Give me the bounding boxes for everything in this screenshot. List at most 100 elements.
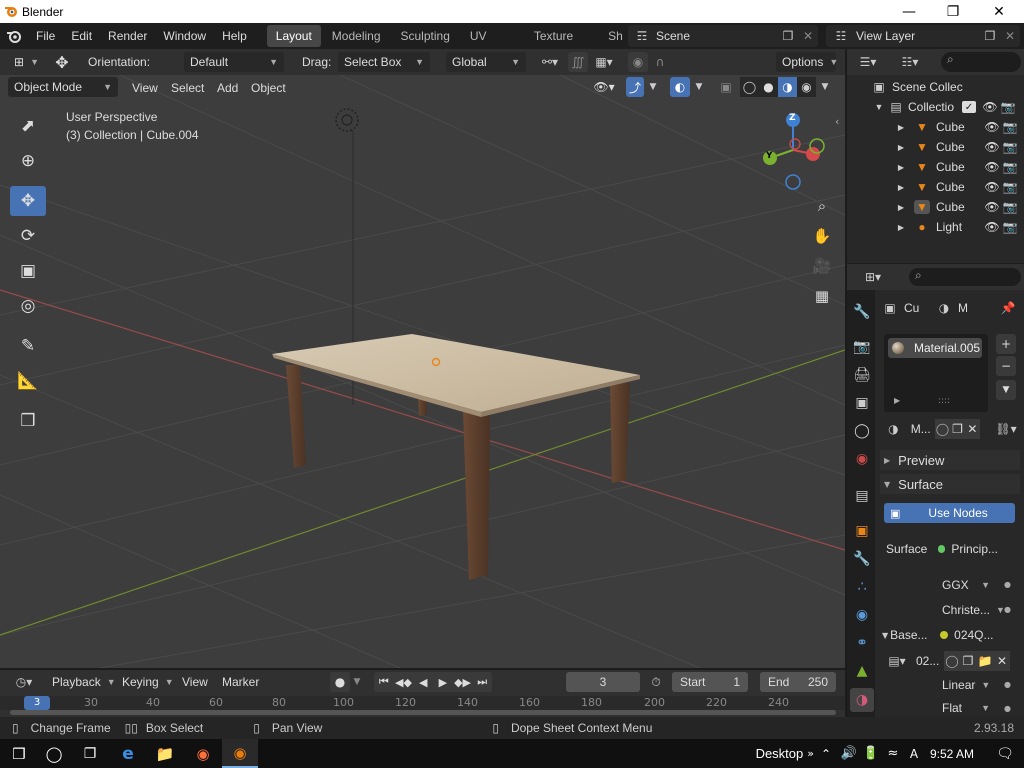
desktop-label[interactable]: Desktop [756,746,804,761]
view-layer-icon[interactable]: ☷ [826,29,856,43]
world-tab[interactable]: ◉ [850,447,874,471]
menu-file[interactable]: File [28,29,63,43]
outliner-item-cube-1[interactable]: ▶ ▼ Cube 👁 📷 [848,117,1024,137]
prev-keyframe-icon[interactable]: ◀◆ [394,672,414,692]
notifications-icon[interactable]: 🗨 [986,746,1024,762]
show-hidden-icons[interactable]: ⌃ [814,747,838,761]
edge-icon[interactable]: e [110,739,146,768]
properties-search-field[interactable]: ⌕ [909,268,1021,286]
sidebar-toggle-icon[interactable]: ‹ [835,115,839,128]
snap-target-icon[interactable]: ▦▾ [590,52,618,72]
viewport-menu-view[interactable]: View [132,81,158,95]
scene-icon[interactable]: ☶ [628,29,656,43]
gizmo-dropdown-icon[interactable]: ▼ [646,77,660,97]
file-explorer-icon[interactable]: 📁 [146,739,184,768]
material-tab[interactable]: ◑ [850,688,874,712]
use-nodes-button[interactable]: ▣ Use Nodes [884,503,1015,523]
transform-space-dropdown[interactable]: Global ▼ [446,52,526,72]
outliner-item-light[interactable]: ▶ ● Light 👁 📷 [848,217,1024,237]
mode-dropdown[interactable]: Object Mode ▼ [8,77,118,97]
object-tab[interactable]: ▣ [850,519,874,543]
expand-slot-icon[interactable]: ▶ [894,396,900,405]
select-box-tool[interactable]: ⬈ [10,111,46,141]
pin-icon[interactable]: 📌 [998,301,1018,315]
tab-texture-paint[interactable]: Texture Paint [525,25,597,47]
rendered-shading-icon[interactable]: ◉ [797,77,816,97]
expand-icon[interactable]: ▶ [896,123,906,132]
jump-start-icon[interactable]: ⏮ [374,672,394,692]
browse-image-icon[interactable]: ▤▾ [884,651,910,671]
new-scene-icon[interactable]: ❐ [778,29,798,43]
eye-icon[interactable]: 👁 [984,180,1000,194]
camera-icon[interactable]: 📷 [1002,180,1018,194]
base-color-row[interactable]: ▼ Base... 024Q... [882,625,1012,645]
subsurface-method-dropdown[interactable]: Christe... ▼ [936,600,1005,620]
blender-taskbar-icon[interactable]: ◉ [222,739,258,768]
context-object-label[interactable]: Cu [904,301,934,315]
rotate-tool[interactable]: ⟳ [10,221,46,251]
viewport-menu-add[interactable]: Add [217,81,238,95]
eye-icon[interactable]: 👁 [984,120,1000,134]
collection-camera-icon[interactable]: 📷 [1000,100,1016,114]
properties-editor-type-icon[interactable]: ⊞▾ [857,268,889,286]
scene-name-field[interactable]: Scene [656,29,778,43]
transform-tool[interactable]: ◎ [10,291,46,321]
delete-view-layer-icon[interactable]: ✕ [1000,29,1020,43]
outliner-item-cube-5[interactable]: ▶ ▼ Cube 👁 📷 [848,197,1024,217]
output-tab[interactable]: 🖨 [850,363,874,387]
context-material-label[interactable]: M [958,301,998,315]
measure-tool[interactable]: 📐 [10,366,46,396]
current-frame-marker[interactable]: 3 [24,696,50,710]
collection-checkbox[interactable]: ✓ [962,101,976,113]
playback-menu[interactable]: Playback ▼ [46,672,116,692]
outliner-scene-collection[interactable]: ▣ Scene Collec [848,77,1024,97]
material-slot-list[interactable]: Material.005 ▶ :::: [884,334,988,412]
jump-end-icon[interactable]: ⏭ [472,672,492,692]
duplicate-image-icon[interactable]: ❐ [960,651,976,671]
outliner-item-cube-2[interactable]: ▶ ▼ Cube 👁 📷 [848,137,1024,157]
scene-tab[interactable]: ◯ [850,419,874,443]
modifiers-tab[interactable]: 🔧 [850,547,874,571]
timeline-menu-marker[interactable]: Marker [222,675,259,689]
eye-icon[interactable]: 👁 [984,200,1000,214]
data-tab[interactable]: ▲ [850,659,874,683]
fake-user-icon[interactable]: ◯ [944,651,960,671]
3d-viewport[interactable]: User Perspective (3) Collection | Cube.0… [0,75,845,668]
base-color-field[interactable]: 024Q... [934,625,995,645]
timeline-menu-view[interactable]: View [182,675,208,689]
eye-icon[interactable]: 👁 [984,220,1000,234]
view-layer-tab[interactable]: ▣ [850,391,874,415]
pivot-icon[interactable]: ⚯▾ [536,52,564,72]
unlink-image-icon[interactable]: ✕ [994,651,1010,671]
surface-shader-field[interactable]: Princip... [932,539,998,559]
eye-icon[interactable]: 👁 [984,140,1000,154]
viewport-menu-object[interactable]: Object [251,81,286,95]
close-button[interactable]: ✕ [976,0,1022,23]
menu-window[interactable]: Window [155,29,214,43]
camera-icon[interactable]: 📷 [1002,220,1018,234]
delete-scene-icon[interactable]: ✕ [798,29,818,43]
material-slot-item[interactable]: Material.005 [888,338,982,358]
menu-edit[interactable]: Edit [63,29,100,43]
camera-view-button[interactable]: 🎥 [809,253,835,279]
firefox-icon[interactable]: ◉ [184,739,222,768]
next-keyframe-icon[interactable]: ◆▶ [453,672,473,692]
wireframe-shading-icon[interactable]: ◯ [740,77,759,97]
solid-shading-icon[interactable]: ● [759,77,778,97]
cursor-tool[interactable]: ⊕ [10,146,46,176]
decorator-dot[interactable]: ● [1004,704,1011,713]
expand-icon[interactable]: ▶ [896,163,906,172]
orientation-dropdown[interactable]: Default ▼ [184,52,284,72]
desktop-chevron-icon[interactable]: » [807,747,814,760]
outliner-item-cube-4[interactable]: ▶ ▼ Cube 👁 📷 [848,177,1024,197]
end-frame-field[interactable]: End 250 [760,672,836,692]
render-tab[interactable]: 📷 [850,335,874,359]
remove-material-slot-button[interactable]: − [996,356,1016,376]
image-name-field[interactable]: 02... [912,651,944,671]
play-icon[interactable]: ▶ [433,672,453,692]
distribution-dropdown[interactable]: GGX ▼ [936,575,996,595]
blender-menu-icon[interactable] [0,25,28,47]
outliner-collection[interactable]: ▼ ▤ Collectio ✓ 👁 📷 [848,97,1024,117]
outliner-search-field[interactable]: ⌕ [941,52,1021,72]
collection-eye-icon[interactable]: 👁 [982,100,998,114]
